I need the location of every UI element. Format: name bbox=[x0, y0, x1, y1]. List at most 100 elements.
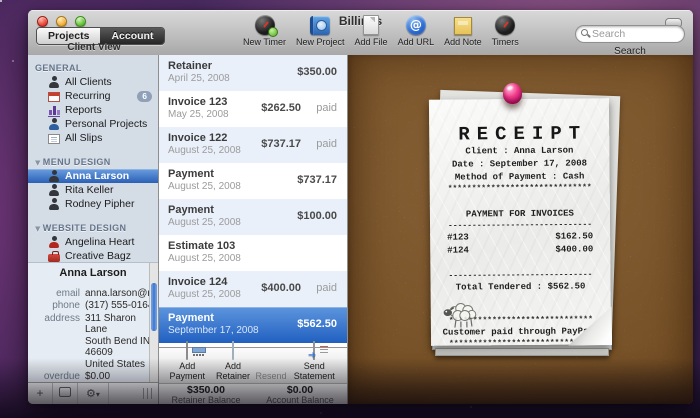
toolbar-button[interactable]: Timers bbox=[490, 13, 521, 47]
entry-status: paid bbox=[316, 138, 337, 150]
edit-client-button[interactable] bbox=[53, 383, 78, 404]
entry-actions-bar: Add Payment Add Retainer Resend bbox=[159, 347, 347, 383]
add-url-icon bbox=[406, 15, 426, 35]
toolbar-button[interactable]: Add URL bbox=[396, 13, 437, 47]
entry-amount-right: $350.00 bbox=[297, 66, 337, 78]
toolbar-button[interactable]: New Timer bbox=[241, 13, 288, 47]
sidebar-item[interactable]: Personal Projects bbox=[28, 117, 158, 131]
sidebar-item-label: Rodney Pipher bbox=[65, 198, 134, 210]
calendar-icon bbox=[48, 92, 60, 102]
toolbar-button[interactable]: Add Note bbox=[442, 14, 484, 47]
sidebar-group-general: GENERAL All Clients bbox=[28, 62, 158, 145]
entry-row[interactable]: Invoice 124 August 25, 2008 $400.00 paid bbox=[159, 271, 347, 307]
balance-summary: $350.00 Retainer Balance bbox=[159, 384, 253, 404]
account-history-panel: Retainer April 25, 2008 $350.00 Invoice … bbox=[159, 55, 348, 404]
sidebar-item-client[interactable]: Rita Keller bbox=[28, 183, 158, 197]
sidebar: GENERAL All Clients bbox=[28, 55, 159, 404]
person-icon bbox=[48, 76, 60, 88]
new-project-icon bbox=[310, 16, 330, 35]
disclosure-triangle-icon[interactable]: ▼ bbox=[35, 225, 41, 233]
action-button[interactable]: Resend bbox=[256, 370, 287, 383]
bar-chart-icon bbox=[48, 104, 60, 117]
sidebar-item[interactable]: Reports bbox=[28, 103, 158, 117]
receipt-item-amount: $162.50 bbox=[555, 230, 593, 243]
edit-box-icon bbox=[59, 387, 71, 397]
entry-date: August 25, 2008 bbox=[168, 253, 337, 265]
group-header-menu-design[interactable]: ▼MENU DESIGN bbox=[28, 156, 158, 169]
sidebar-item-client[interactable]: Creative Bagz bbox=[28, 249, 158, 262]
push-pin[interactable] bbox=[503, 83, 522, 108]
sidebar-item-client[interactable]: Angelina Heart bbox=[28, 235, 158, 249]
sidebar-group-website-design: ▼WEBSITE DESIGN Angelina Heart bbox=[28, 222, 158, 262]
sidebar-item-label: Creative Bagz bbox=[65, 250, 131, 262]
search-area: Search Search bbox=[575, 25, 685, 57]
search-input[interactable]: Search bbox=[575, 25, 685, 43]
add-client-button[interactable]: + bbox=[28, 383, 53, 404]
add-note-icon bbox=[454, 17, 472, 35]
entry-row[interactable]: Payment September 17, 2008 $562.50 bbox=[159, 307, 347, 343]
add-payment-icon bbox=[186, 341, 188, 360]
entry-title: Invoice 123 bbox=[168, 96, 337, 109]
group-header-website-design[interactable]: ▼WEBSITE DESIGN bbox=[28, 222, 158, 235]
disclosure-triangle-icon[interactable]: ▼ bbox=[35, 159, 41, 167]
entry-row[interactable]: Payment August 25, 2008 $737.17 bbox=[159, 163, 347, 199]
sidebar-item[interactable]: Recurring 6 bbox=[28, 89, 158, 103]
action-button[interactable]: Add Retainer bbox=[210, 342, 255, 383]
entry-row[interactable]: Invoice 123 May 25, 2008 $262.50 paid bbox=[159, 91, 347, 127]
view-mode-label: Client View bbox=[28, 42, 160, 53]
sidebar-item-label: All Clients bbox=[65, 76, 112, 88]
action-button[interactable]: Send Statement bbox=[287, 342, 342, 383]
balance-label: Retainer Balance bbox=[159, 395, 253, 404]
entry-row[interactable]: Estimate 103 August 25, 2008 bbox=[159, 235, 347, 271]
wallpaper-stars bbox=[0, 0, 2, 2]
scrollbar-thumb[interactable] bbox=[151, 283, 157, 331]
action-button[interactable]: Add Payment bbox=[164, 342, 210, 383]
sidebar-group-menu-design: ▼MENU DESIGN Anna Larson bbox=[28, 156, 158, 211]
receipt-title: RECEIPT bbox=[429, 122, 609, 146]
receipt-item: #124 $400.00 bbox=[430, 243, 610, 258]
field-value: anna.larson@me.com bbox=[85, 288, 158, 300]
entry-date: August 25, 2008 bbox=[168, 289, 337, 301]
entry-amount-right: $737.17 bbox=[297, 174, 337, 186]
entry-row[interactable]: Retainer April 25, 2008 $350.00 bbox=[159, 55, 347, 91]
sidebar-item-label: Recurring bbox=[65, 90, 111, 102]
receipt-item-amount: $400.00 bbox=[555, 243, 593, 256]
corkboard: RECEIPT Client : Anna Larson Date : Sept… bbox=[348, 55, 693, 404]
action-gear-button[interactable]: ⚙▾ bbox=[78, 383, 109, 404]
sidebar-item-label: Angelina Heart bbox=[65, 236, 134, 248]
receipt[interactable]: RECEIPT Client : Anna Larson Date : Sept… bbox=[429, 98, 611, 346]
person-red-icon bbox=[48, 236, 60, 248]
entry-title: Invoice 122 bbox=[168, 132, 337, 145]
window-content: GENERAL All Clients bbox=[28, 55, 693, 404]
person-blue-icon bbox=[48, 118, 60, 130]
total-label: overdue bbox=[28, 371, 80, 383]
client-info-panel: Anna Larson email anna.larson@me.com pho… bbox=[28, 262, 158, 384]
field-value: (317) 555-0164 bbox=[85, 300, 153, 312]
entry-row[interactable]: Invoice 122 August 25, 2008 $737.17 paid bbox=[159, 127, 347, 163]
info-scrollbar[interactable] bbox=[149, 263, 158, 384]
sidebar-item[interactable]: All Slips bbox=[28, 131, 158, 145]
client-name: Anna Larson bbox=[28, 268, 158, 280]
client-field-row: phone (317) 555-0164 bbox=[28, 300, 158, 312]
receipt-total-line: Total Tendered : $562.50 bbox=[431, 280, 611, 295]
entry-list: Retainer April 25, 2008 $350.00 Invoice … bbox=[159, 55, 347, 347]
field-label: address bbox=[28, 313, 80, 371]
sidebar-item-label: Rita Keller bbox=[65, 184, 113, 196]
sidebar-item[interactable]: All Clients bbox=[28, 75, 158, 89]
client-field-row: email anna.larson@me.com bbox=[28, 288, 158, 300]
search-placeholder: Search bbox=[592, 27, 625, 42]
sidebar-item-client[interactable]: Rodney Pipher bbox=[28, 197, 158, 211]
toolbar-button[interactable]: Add File bbox=[353, 14, 390, 47]
entry-row[interactable]: Payment August 25, 2008 $100.00 bbox=[159, 199, 347, 235]
push-pin-head bbox=[503, 83, 522, 104]
entry-amount: $400.00 bbox=[261, 282, 301, 294]
total-label: unbilled bbox=[28, 384, 80, 385]
field-value: 311 Sharon Lane South Bend IN 46609 Unit… bbox=[85, 313, 158, 371]
add-file-icon bbox=[363, 15, 379, 35]
toolbar-button[interactable]: New Project bbox=[294, 14, 347, 47]
sidebar-item-client[interactable]: Anna Larson bbox=[28, 169, 158, 183]
app-window: Billings Projects Account Client View Ne… bbox=[28, 10, 693, 404]
resize-grip[interactable] bbox=[143, 388, 155, 399]
entry-amount-right: $562.50 bbox=[297, 318, 337, 330]
sidebar-bottom-bar: + ⚙▾ bbox=[28, 382, 158, 404]
